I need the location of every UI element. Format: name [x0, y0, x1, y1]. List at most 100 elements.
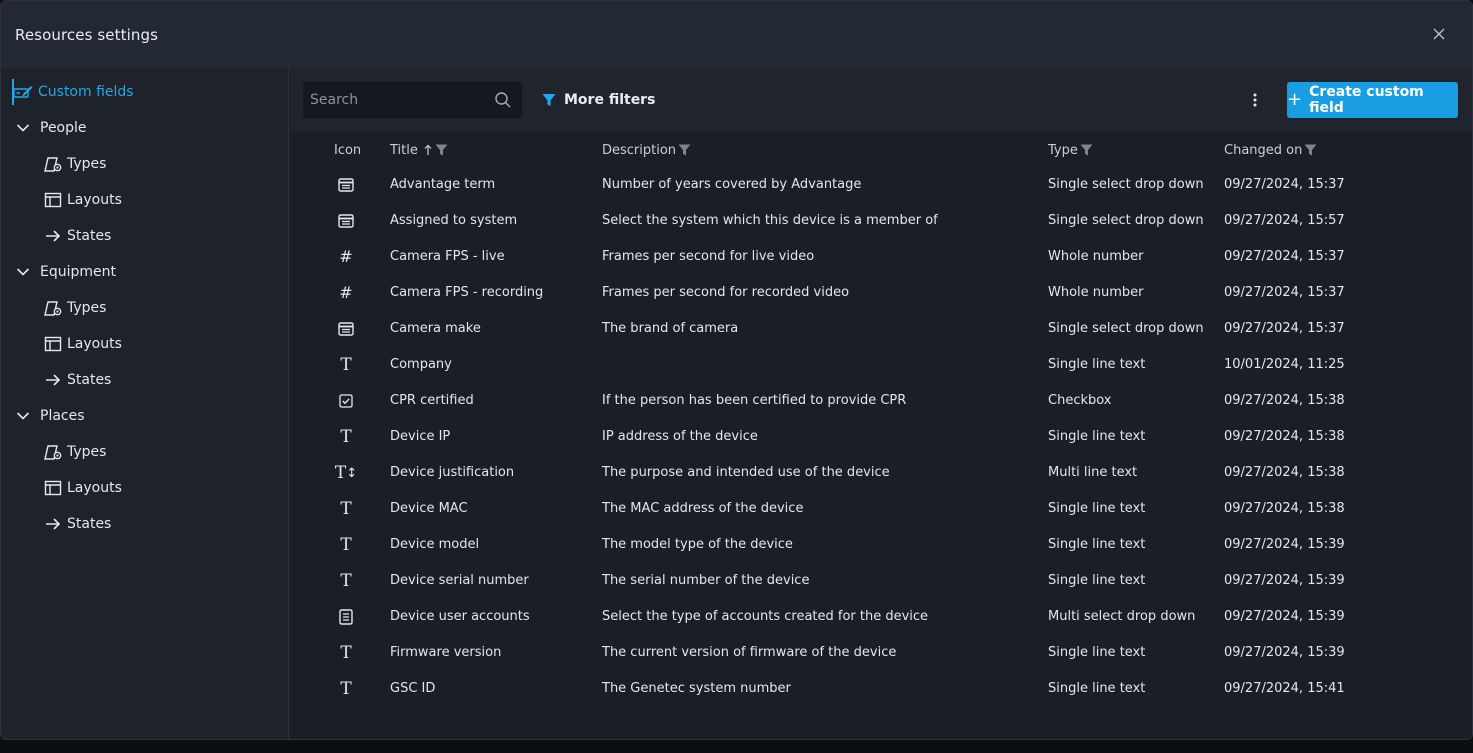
sidebar-item-people-types[interactable]: Types	[43, 147, 106, 181]
cell-type: Single line text	[1048, 645, 1146, 660]
sidebar-item-label: States	[67, 516, 112, 532]
table-row[interactable]: Advantage term Number of years covered by…	[290, 168, 1472, 204]
cell-changed-on: 09/27/2024, 15:37	[1224, 321, 1345, 336]
cell-title: Device user accounts	[390, 609, 530, 624]
cell-type: Whole number	[1048, 285, 1144, 300]
close-icon	[1433, 28, 1445, 40]
sidebar-item-places-types[interactable]: Types	[43, 435, 106, 469]
cell-description: Select the type of accounts created for …	[602, 609, 929, 624]
cell-type: Single line text	[1048, 537, 1146, 552]
sidebar-item-people-layouts[interactable]: Layouts	[43, 183, 122, 217]
text-icon: T	[340, 535, 352, 555]
text-icon: T	[340, 679, 352, 699]
dropdown-icon	[334, 212, 358, 232]
cell-description: The purpose and intended use of the devi…	[602, 465, 890, 480]
text-icon: T	[340, 643, 352, 663]
create-custom-field-button[interactable]: + Create custom field	[1287, 82, 1458, 118]
search-icon[interactable]	[494, 91, 512, 113]
sidebar-item-label: Custom fields	[38, 84, 134, 100]
sidebar-item-label: Layouts	[67, 192, 122, 208]
close-button[interactable]	[1430, 25, 1448, 43]
column-header-changed-on[interactable]: Changed on	[1224, 142, 1317, 158]
cell-title: Company	[390, 357, 452, 372]
table-row[interactable]: Camera make The brand of camera Single sel…	[290, 312, 1472, 348]
custom-fields-table: Icon Title Description Type Changed on A…	[290, 132, 1472, 739]
cell-description: Frames per second for recorded video	[602, 285, 850, 300]
table-row[interactable]: T Device IP IP address of the device Single…	[290, 420, 1472, 456]
table-row[interactable]: Assigned to system Select the system whic…	[290, 204, 1472, 240]
sidebar-item-equipment-states[interactable]: States	[43, 363, 111, 397]
table-row[interactable]: T Device model The model type of the devic…	[290, 528, 1472, 564]
cell-type: Multi line text	[1048, 465, 1138, 480]
column-filter-icon[interactable]	[1080, 144, 1093, 156]
table-row[interactable]: T Device serial number The serial number o…	[290, 564, 1472, 600]
table-header: Icon Title Description Type Changed on	[290, 132, 1472, 168]
cell-changed-on: 09/27/2024, 15:41	[1224, 681, 1345, 696]
types-icon	[43, 154, 63, 174]
layout-icon	[43, 478, 63, 498]
cell-type: Single line text	[1048, 681, 1146, 696]
text-icon: T	[340, 499, 352, 519]
column-header-label: Description	[602, 142, 677, 158]
cell-changed-on: 09/27/2024, 15:39	[1224, 645, 1345, 660]
cell-changed-on: 09/27/2024, 15:57	[1224, 213, 1345, 228]
column-filter-icon[interactable]	[1304, 144, 1317, 156]
sidebar-item-equipment-layouts[interactable]: Layouts	[43, 327, 122, 361]
cell-changed-on: 09/27/2024, 15:39	[1224, 537, 1345, 552]
sidebar-group-label: People	[40, 120, 87, 136]
cell-description: The brand of camera	[602, 321, 739, 336]
cell-title: Firmware version	[390, 645, 502, 660]
table-row[interactable]: T Company Single line text 10/01/2024, 11:2…	[290, 348, 1472, 384]
sidebar: Custom fields People Types Layouts States Eq…	[1, 68, 289, 739]
column-filter-icon[interactable]	[435, 144, 448, 156]
sidebar-group-places[interactable]: Places	[13, 399, 85, 433]
table-row[interactable]: # Camera FPS - recording Frames per second…	[290, 276, 1472, 312]
filter-icon	[542, 94, 556, 106]
cell-changed-on: 09/27/2024, 15:37	[1224, 177, 1345, 192]
cell-description: The MAC address of the device	[602, 501, 804, 516]
sidebar-item-equipment-types[interactable]: Types	[43, 291, 106, 325]
sidebar-item-people-states[interactable]: States	[43, 219, 111, 253]
table-row[interactable]: T↕ Device justification The purpose and in…	[290, 456, 1472, 492]
cell-type: Whole number	[1048, 249, 1144, 264]
cell-title: Camera FPS - recording	[390, 285, 544, 300]
multiline-text-icon: T↕	[334, 463, 358, 483]
cell-changed-on: 09/27/2024, 15:38	[1224, 393, 1345, 408]
sidebar-item-places-states[interactable]: States	[43, 507, 111, 541]
chevron-down-icon[interactable]	[13, 262, 33, 282]
table-row[interactable]: T Firmware version The current version of …	[290, 636, 1472, 672]
column-header-title[interactable]: Title	[390, 142, 448, 158]
checkbox-icon	[334, 392, 358, 412]
chevron-down-icon[interactable]	[13, 406, 33, 426]
cell-type: Single line text	[1048, 501, 1146, 516]
column-header-description[interactable]: Description	[602, 142, 691, 158]
search-input[interactable]	[303, 92, 483, 108]
sidebar-group-people[interactable]: People	[13, 111, 87, 145]
sidebar-item-places-layouts[interactable]: Layouts	[43, 471, 122, 505]
sidebar-item-custom-fields[interactable]: Custom fields	[12, 75, 134, 109]
cell-changed-on: 09/27/2024, 15:38	[1224, 429, 1345, 444]
table-row[interactable]: T GSC ID The Genetec system number Single l…	[290, 672, 1472, 708]
column-header-label: Icon	[334, 142, 362, 158]
cell-changed-on: 09/27/2024, 15:39	[1224, 609, 1345, 624]
cell-type: Single select drop down	[1048, 321, 1204, 336]
more-filters-button[interactable]: More filters	[542, 90, 655, 110]
table-row[interactable]: # Camera FPS - live Frames per second for …	[290, 240, 1472, 276]
cell-changed-on: 09/27/2024, 15:37	[1224, 285, 1345, 300]
sort-ascending-icon[interactable]	[423, 144, 433, 156]
table-row[interactable]: CPR certified If the person has been cert…	[290, 384, 1472, 420]
column-filter-icon[interactable]	[678, 144, 691, 156]
sidebar-item-label: States	[67, 372, 112, 388]
column-header-type[interactable]: Type	[1048, 142, 1093, 158]
table-row[interactable]: T Device MAC The MAC address of the device…	[290, 492, 1472, 528]
cell-title: CPR certified	[390, 393, 474, 408]
chevron-down-icon[interactable]	[13, 118, 33, 138]
table-row[interactable]: Device user accounts Select the type of a…	[290, 600, 1472, 636]
more-options-button[interactable]	[1245, 90, 1265, 110]
toolbar: More filters + Create custom field	[290, 68, 1472, 132]
main-panel: More filters + Create custom field Icon	[290, 68, 1472, 739]
cell-type: Single line text	[1048, 357, 1146, 372]
sidebar-group-equipment[interactable]: Equipment	[13, 255, 116, 289]
types-icon	[43, 298, 63, 318]
cell-description: Number of years covered by Advantage	[602, 177, 862, 192]
